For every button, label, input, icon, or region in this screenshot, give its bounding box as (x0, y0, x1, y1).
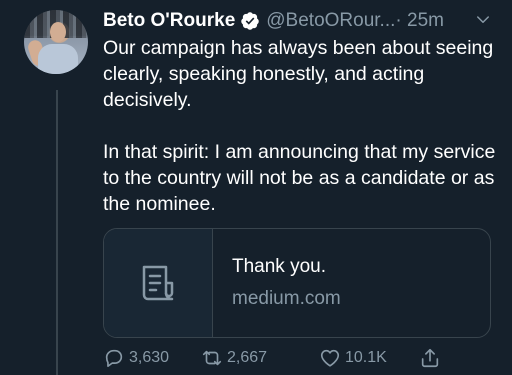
link-card-domain: medium.com (232, 288, 341, 309)
like-heart-icon (320, 349, 340, 367)
link-card-body: Thank you. medium.com (213, 229, 341, 337)
avatar[interactable] (24, 10, 88, 74)
reply-icon (105, 349, 123, 367)
retweet-button[interactable]: 2,667 (201, 347, 311, 369)
tweet-timestamp[interactable]: · 25m (395, 9, 444, 33)
avatar-face (50, 22, 66, 42)
link-card[interactable]: Thank you. medium.com (103, 228, 491, 338)
thread-line (56, 90, 58, 375)
tweet-text: Our campaign has always been about seein… (103, 35, 498, 217)
document-icon (142, 265, 174, 301)
author-name[interactable]: Beto O'Rourke (103, 9, 235, 33)
chevron-down-icon[interactable] (474, 11, 492, 29)
avatar-shirt (38, 44, 78, 74)
author-handle[interactable]: @BetoORour... (266, 9, 395, 33)
verified-badge-icon (241, 12, 260, 30)
share-icon (421, 348, 439, 368)
tweet-paragraph: Our campaign has always been about seein… (103, 37, 494, 111)
link-card-title: Thank you. (232, 256, 326, 277)
tweet-actions: 3,630 2,667 10.1K (103, 346, 441, 370)
reply-button[interactable]: 3,630 (103, 347, 199, 369)
like-button[interactable]: 10.1K (319, 347, 419, 369)
tweet-header: Beto O'Rourke @BetoORour... · 25m (103, 9, 492, 33)
share-button[interactable] (419, 347, 441, 369)
retweet-icon (202, 350, 222, 366)
link-card-thumbnail (104, 229, 213, 337)
retweet-count: 2,667 (227, 349, 268, 366)
tweet-paragraph: In that spirit: I am announcing that my … (103, 141, 496, 215)
reply-count: 3,630 (129, 349, 170, 366)
like-count: 10.1K (345, 349, 387, 366)
